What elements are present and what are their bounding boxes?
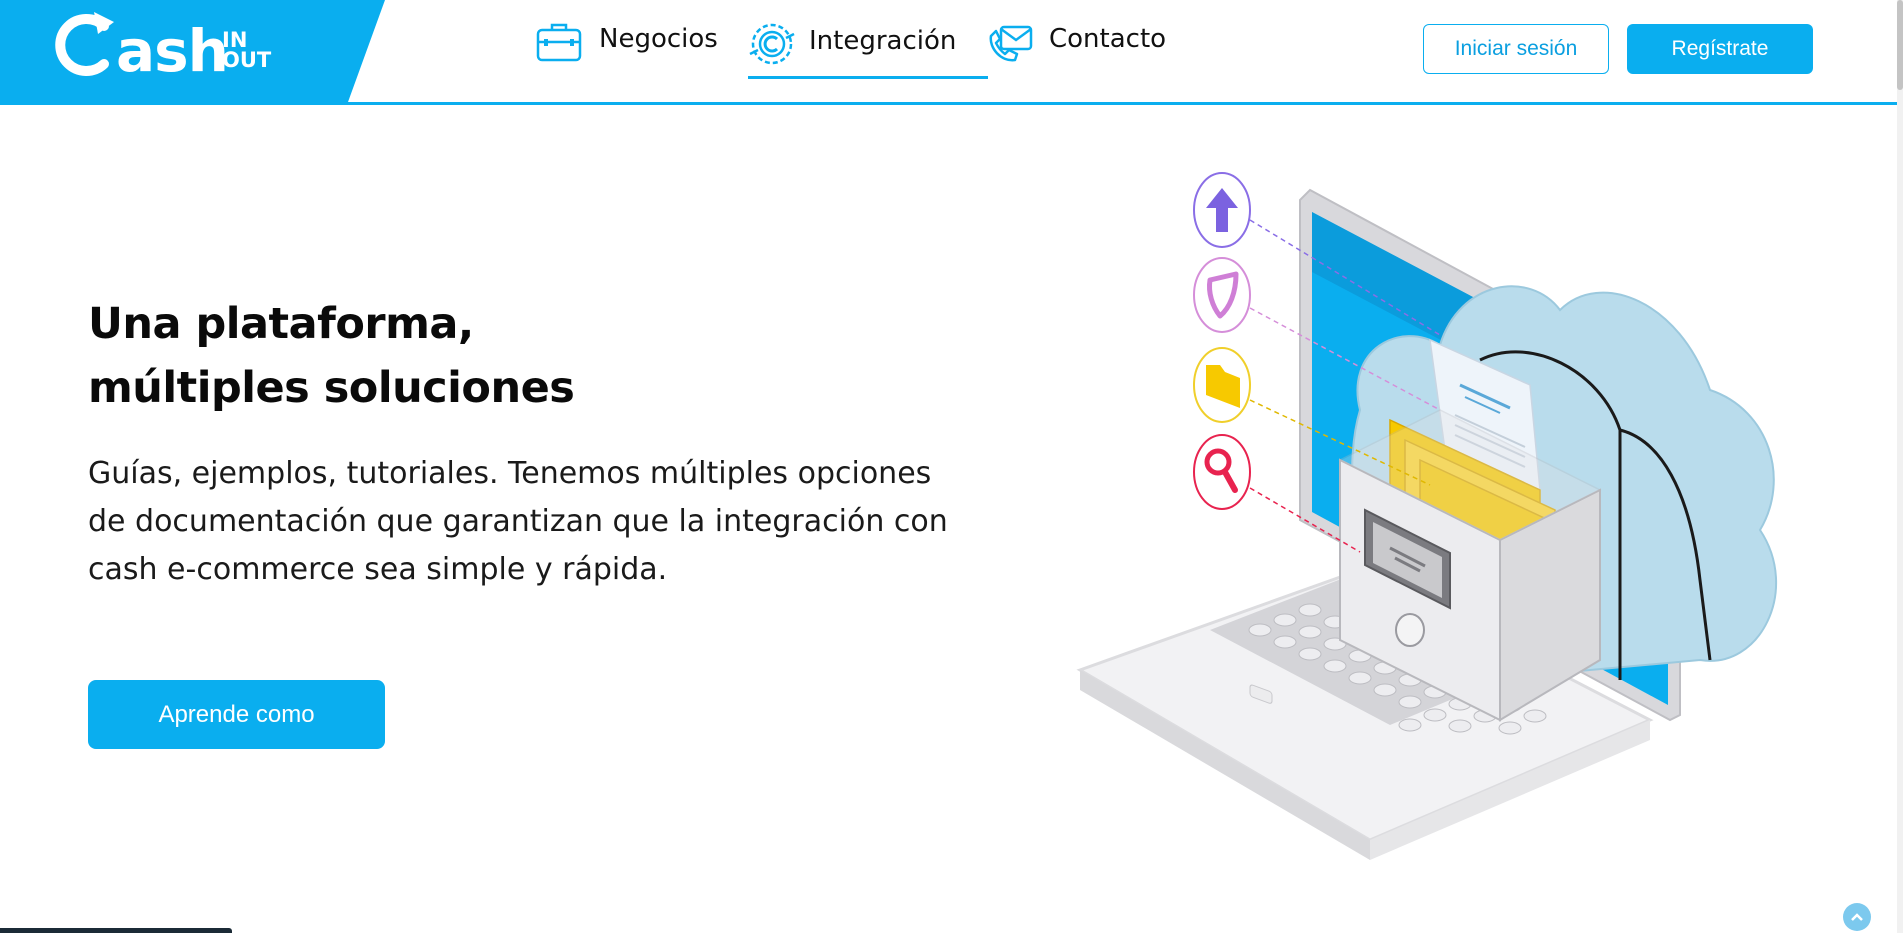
nav-label-integracion: Integración xyxy=(809,26,957,56)
register-button[interactable]: Regístrate xyxy=(1627,24,1813,74)
hero-description: Guías, ejemplos, tutoriales. Tenemos múl… xyxy=(88,456,948,587)
computer-cloud-file-cabinet-illustration xyxy=(1076,172,1778,860)
page-scrollbar[interactable] xyxy=(1897,0,1903,933)
nav-label-negocios: Negocios xyxy=(599,24,718,54)
site-header: ash IN OUT Negocios Integración Contacto… xyxy=(0,0,1903,105)
logo-block[interactable]: ash IN OUT xyxy=(0,0,385,102)
cash-in-out-logo: ash IN OUT xyxy=(50,8,280,88)
scroll-to-top-button[interactable] xyxy=(1843,903,1871,931)
nav-item-negocios[interactable]: Negocios xyxy=(535,0,725,80)
nav-active-indicator xyxy=(748,76,988,79)
briefcase-icon xyxy=(536,23,582,62)
bottom-cookie-bar-edge xyxy=(0,928,232,933)
logo-c-arrow-icon xyxy=(55,12,114,76)
logo-word: ash xyxy=(116,17,229,85)
hero-title-line-2: múltiples soluciones xyxy=(88,363,575,413)
login-button[interactable]: Iniciar sesión xyxy=(1423,24,1609,74)
envelope-phone-icon xyxy=(989,25,1033,62)
learn-how-button[interactable]: Aprende como xyxy=(88,680,385,749)
hero-title-line-1: Una plataforma, xyxy=(88,299,474,349)
nav-item-contacto[interactable]: Contacto xyxy=(987,0,1187,80)
gear-integration-icon xyxy=(749,23,795,65)
nav-label-contacto: Contacto xyxy=(1049,24,1167,54)
logo-out: OUT xyxy=(222,48,272,72)
nav-item-integracion[interactable]: Integración xyxy=(748,0,988,80)
chevron-up-icon xyxy=(1851,913,1863,921)
hero-title: Una plataforma, múltiples soluciones xyxy=(88,292,848,420)
scrollbar-thumb[interactable] xyxy=(1897,0,1903,90)
